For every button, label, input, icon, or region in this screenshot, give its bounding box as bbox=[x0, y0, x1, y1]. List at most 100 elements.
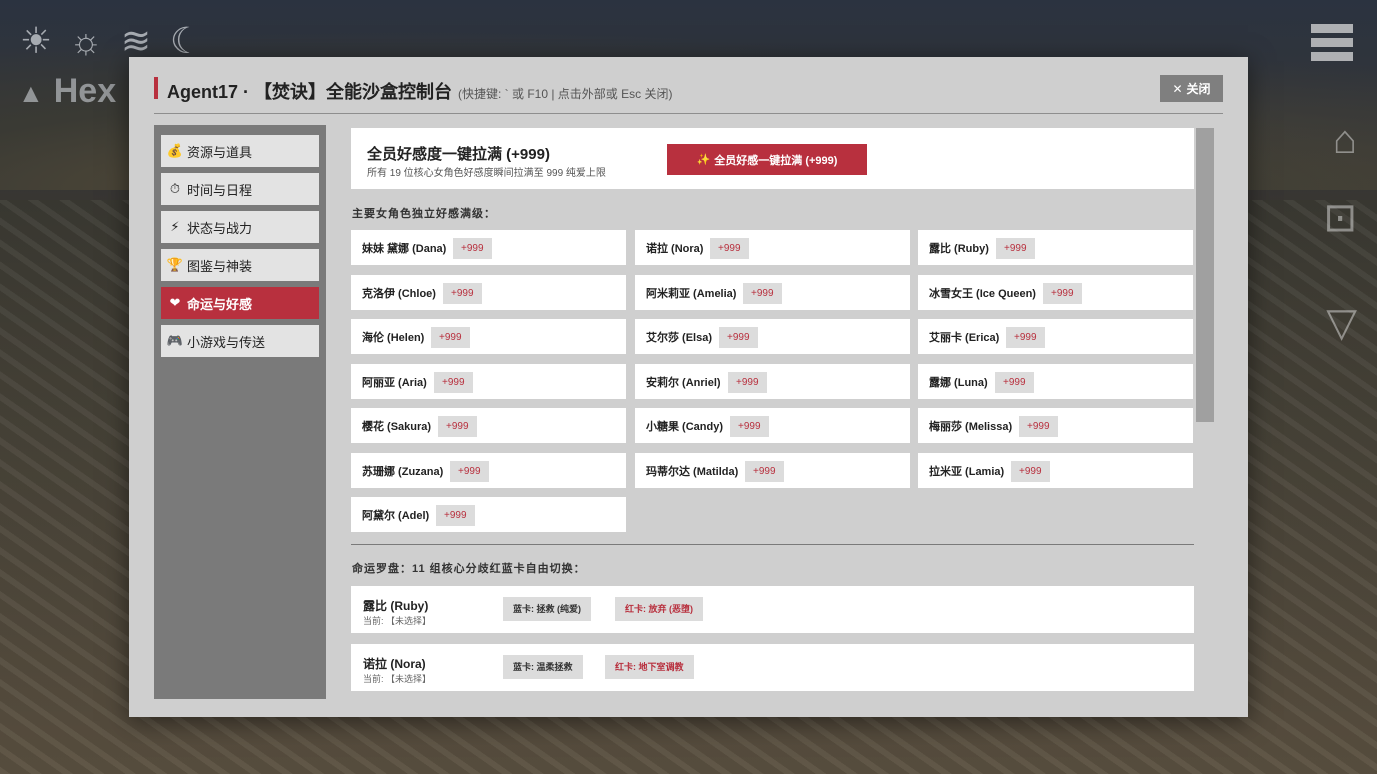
shortcut-hint: (快捷键: ` 或 F10 | 点击外部或 Esc 关闭) bbox=[458, 87, 673, 101]
plus-999-button[interactable]: +999 bbox=[1043, 282, 1082, 304]
character-card: 安莉尔 (Anriel) +999 bbox=[635, 363, 910, 399]
character-name: 诺拉 (Nora) bbox=[646, 243, 704, 255]
fate-row: 露比 (Ruby) 当前: 【未选择】 蓝卡: 拯救 (纯爱) 红卡: 放弃 (恶堕) bbox=[351, 586, 1194, 633]
character-name: 梅丽莎 (Melissa) bbox=[929, 421, 1013, 433]
blue-card-button[interactable]: 蓝卡: 温柔拯救 bbox=[503, 655, 583, 679]
plus-999-button[interactable]: +999 bbox=[453, 238, 492, 259]
max-all-button[interactable]: ✨ 全员好感一键拉满 (+999) bbox=[667, 144, 867, 175]
sidebar-item-4[interactable]: ❤ 命运与好感 bbox=[161, 287, 319, 319]
plus-999-button[interactable]: +999 bbox=[443, 282, 482, 304]
weather-icons: ☀ ☼ ≋ ☾ bbox=[16, 20, 206, 62]
plus-999-button[interactable]: +999 bbox=[436, 505, 475, 526]
sidebar-item-label: 状态与战力 bbox=[187, 220, 253, 236]
character-card: 露比 (Ruby) +999 bbox=[918, 230, 1193, 265]
character-name: 露娜 (Luna) bbox=[929, 376, 988, 389]
character-card: 艾丽卡 (Erica) +999 bbox=[918, 319, 1193, 354]
fog-icon: ≋ bbox=[120, 20, 152, 61]
hud-menu-icon[interactable] bbox=[1311, 24, 1353, 64]
close-button[interactable]: ✕ 关闭 bbox=[1160, 75, 1223, 102]
character-name: 阿丽亚 (Aria) bbox=[362, 376, 427, 389]
character-card: 樱花 (Sakura) +999 bbox=[351, 408, 626, 443]
character-card: 艾尔莎 (Elsa) +999 bbox=[635, 319, 910, 354]
sidebar-item-2[interactable]: ⚡ 状态与战力 bbox=[161, 211, 319, 243]
red-card-button[interactable]: 红卡: 地下室调教 bbox=[605, 655, 694, 679]
plus-999-button[interactable]: +999 bbox=[431, 327, 470, 348]
red-card-button[interactable]: 红卡: 放弃 (恶堕) bbox=[615, 597, 703, 621]
plus-999-button[interactable]: +999 bbox=[1011, 460, 1050, 482]
clock-icon: ⏱ bbox=[169, 181, 181, 196]
fate-current-choice: 当前: 【未选择】 bbox=[363, 674, 432, 684]
character-card: 海伦 (Helen) +999 bbox=[351, 319, 626, 354]
character-name: 阿米莉亚 (Amelia) bbox=[646, 287, 737, 300]
sidebar-item-label: 小游戏与传送 bbox=[187, 334, 266, 350]
hex-label: ▲ Hex bbox=[18, 72, 117, 110]
character-name: 樱花 (Sakura) bbox=[362, 421, 432, 433]
sidebar-item-1[interactable]: ⏱ 时间与日程 bbox=[161, 173, 319, 205]
modal-header: Agent17 · 【焚诀】全能沙盒控制台 (快捷键: ` 或 F10 | 点击外… bbox=[154, 75, 1223, 114]
plus-999-button[interactable]: +999 bbox=[995, 371, 1034, 393]
plus-999-button[interactable]: +999 bbox=[710, 238, 749, 259]
sidebar-item-5[interactable]: 🎮 小游戏与传送 bbox=[161, 325, 319, 357]
title-accent-bar bbox=[154, 77, 158, 99]
plus-999-button[interactable]: +999 bbox=[1019, 416, 1058, 437]
plus-999-button[interactable]: +999 bbox=[719, 327, 758, 348]
character-card: 玛蒂尔达 (Matilda) +999 bbox=[635, 452, 910, 488]
plus-999-button[interactable]: +999 bbox=[745, 460, 784, 482]
character-name: 海伦 (Helen) bbox=[362, 332, 425, 344]
plus-999-button[interactable]: +999 bbox=[728, 371, 767, 393]
characters-section-label: 主要女角色独立好感满级： bbox=[352, 208, 496, 220]
character-card: 克洛伊 (Chloe) +999 bbox=[351, 274, 626, 310]
plus-999-button[interactable]: +999 bbox=[1006, 327, 1045, 348]
section-divider bbox=[351, 544, 1194, 545]
sidebar-item-label: 资源与道具 bbox=[187, 144, 253, 160]
character-card: 阿米莉亚 (Amelia) +999 bbox=[635, 274, 910, 310]
character-card: 阿黛尔 (Adel) +999 bbox=[351, 497, 626, 532]
plus-999-button[interactable]: +999 bbox=[438, 416, 477, 437]
max-all-subtitle: 所有 19 位核心女角色好感度瞬间拉满至 999 纯爱上限 bbox=[367, 168, 606, 179]
character-card: 冰雪女王 (Ice Queen) +999 bbox=[918, 274, 1193, 310]
plus-999-button[interactable]: +999 bbox=[996, 238, 1035, 259]
character-name: 苏珊娜 (Zuzana) bbox=[362, 465, 444, 478]
sidebar-item-0[interactable]: 💰 资源与道具 bbox=[161, 135, 319, 167]
character-card: 小糖果 (Candy) +999 bbox=[635, 408, 910, 443]
blue-card-button[interactable]: 蓝卡: 拯救 (纯爱) bbox=[503, 597, 591, 621]
max-all-card: 全员好感度一键拉满 (+999) 所有 19 位核心女角色好感度瞬间拉满至 99… bbox=[351, 128, 1194, 189]
main-content: 全员好感度一键拉满 (+999) 所有 19 位核心女角色好感度瞬间拉满至 99… bbox=[351, 128, 1194, 693]
character-name: 玛蒂尔达 (Matilda) bbox=[646, 465, 739, 478]
hud-lock-icon[interactable]: ⊡ bbox=[1323, 195, 1357, 241]
fate-character-name: 露比 (Ruby) bbox=[363, 599, 429, 613]
character-name: 小糖果 (Candy) bbox=[646, 421, 723, 433]
sidebar-item-label: 时间与日程 bbox=[187, 182, 253, 198]
plus-999-button[interactable]: +999 bbox=[730, 416, 769, 437]
fate-current-choice: 当前: 【未选择】 bbox=[363, 616, 432, 626]
plus-999-button[interactable]: +999 bbox=[450, 460, 489, 482]
character-card: 苏珊娜 (Zuzana) +999 bbox=[351, 452, 626, 488]
character-name: 克洛伊 (Chloe) bbox=[362, 287, 436, 300]
plus-999-button[interactable]: +999 bbox=[743, 282, 782, 304]
heart-icon: ❤ bbox=[169, 295, 181, 310]
gamepad-icon: 🎮 bbox=[166, 333, 184, 348]
max-all-heading: 全员好感度一键拉满 (+999) bbox=[367, 146, 550, 163]
content-scrollbar[interactable] bbox=[1196, 128, 1214, 422]
sandbox-console-modal: Agent17 · 【焚诀】全能沙盒控制台 (快捷键: ` 或 F10 | 点击外… bbox=[129, 57, 1248, 717]
sparkle-icon: ✨ bbox=[696, 154, 711, 166]
hud-camera-icon[interactable]: ⌂ bbox=[1333, 118, 1357, 163]
character-name: 拉米亚 (Lamia) bbox=[929, 465, 1005, 478]
fate-section-label: 命运罗盘：11 组核心分歧红蓝卡自由切换： bbox=[352, 563, 586, 575]
character-name: 露比 (Ruby) bbox=[929, 243, 989, 255]
sidebar-item-label: 命运与好感 bbox=[187, 296, 253, 312]
modal-title: Agent17 · 【焚诀】全能沙盒控制台 (快捷键: ` 或 F10 | 点击外… bbox=[167, 82, 673, 102]
fate-row: 诺拉 (Nora) 当前: 【未选择】 蓝卡: 温柔拯救 红卡: 地下室调教 bbox=[351, 644, 1194, 691]
character-name: 妹妹 黛娜 (Dana) bbox=[362, 243, 447, 255]
character-name: 安莉尔 (Anriel) bbox=[646, 376, 721, 389]
sun-icon: ☼ bbox=[69, 20, 103, 61]
character-name: 艾丽卡 (Erica) bbox=[929, 332, 1000, 344]
sidebar-item-3[interactable]: 🏆 图鉴与神装 bbox=[161, 249, 319, 281]
plus-999-button[interactable]: +999 bbox=[434, 371, 473, 393]
character-card: 拉米亚 (Lamia) +999 bbox=[918, 452, 1193, 488]
mountain-icon: ▲ bbox=[18, 78, 44, 108]
character-card: 露娜 (Luna) +999 bbox=[918, 363, 1193, 399]
character-name: 阿黛尔 (Adel) bbox=[362, 510, 430, 522]
character-name: 艾尔莎 (Elsa) bbox=[646, 332, 713, 344]
hud-shield-icon[interactable]: ▽ bbox=[1326, 300, 1357, 346]
